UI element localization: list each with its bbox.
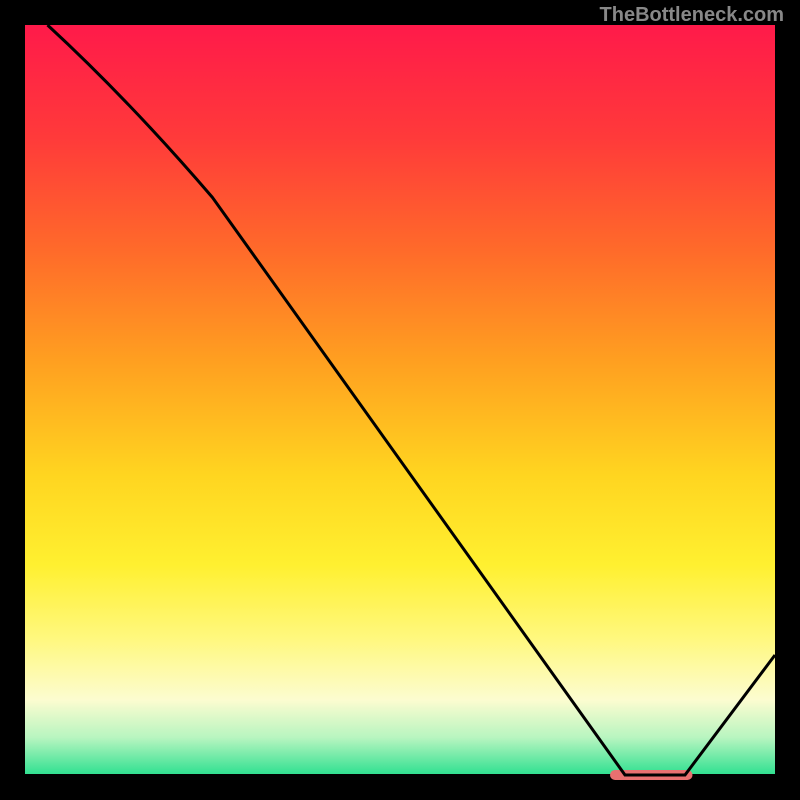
- plot-background: [25, 25, 775, 775]
- chart-container: TheBottleneck.com: [0, 0, 800, 800]
- chart-svg: [0, 0, 800, 800]
- watermark-text: TheBottleneck.com: [600, 4, 784, 27]
